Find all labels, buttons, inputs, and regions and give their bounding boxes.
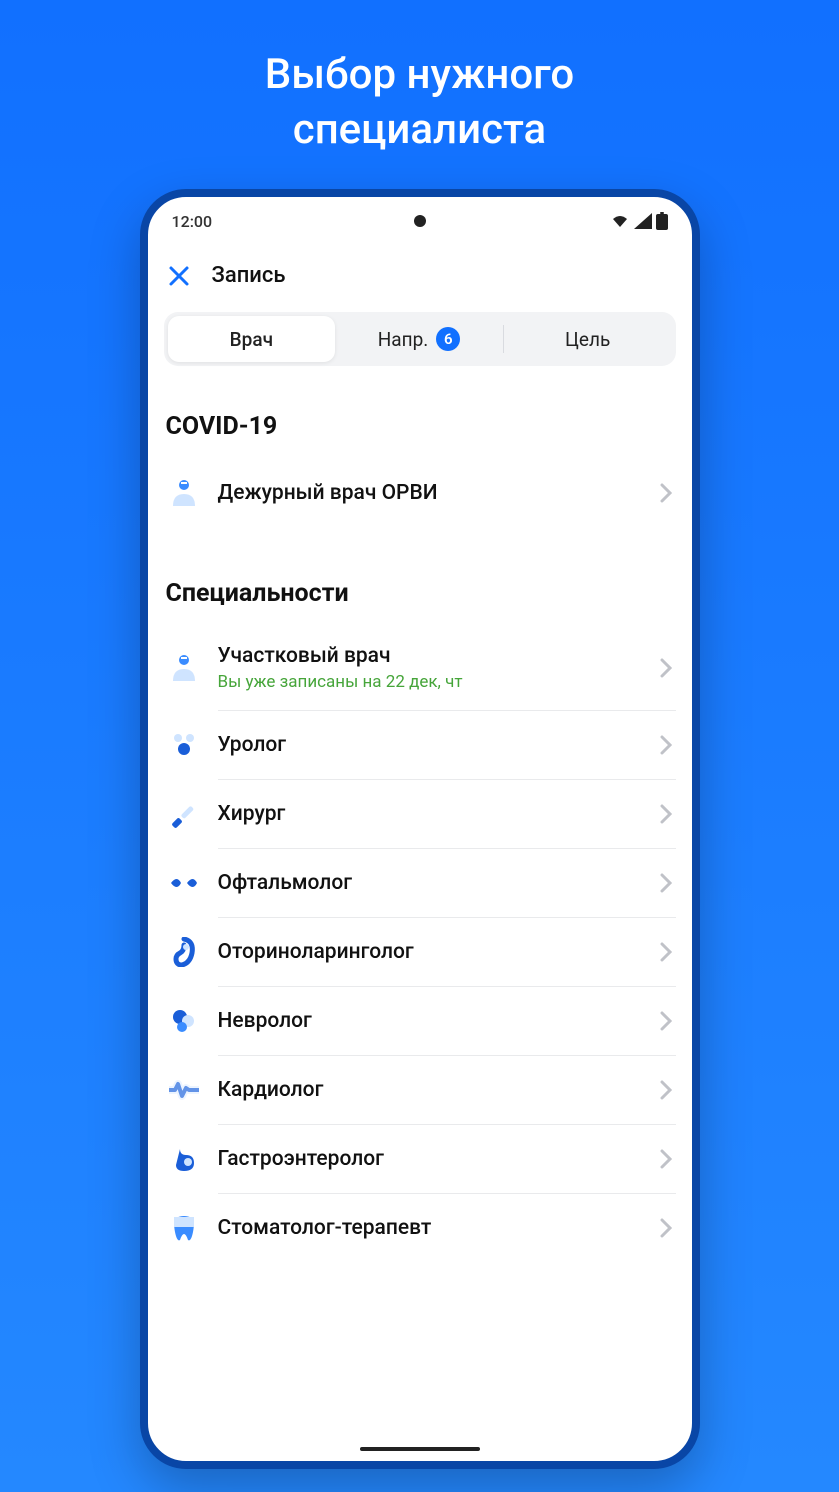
tab-goal-label: Цель [565,328,610,351]
chevron-right-icon [660,1218,672,1238]
list-item-title: Офтальмолог [218,871,642,895]
list-item-subtitle: Вы уже записаны на 22 дек, чт [218,672,642,692]
list-item-title: Гастроэнтеролог [218,1147,642,1171]
list-item-neurologist[interactable]: Невролог [164,987,676,1055]
chevron-right-icon [660,483,672,503]
list-item-dentist[interactable]: Стоматолог-терапевт [164,1194,676,1262]
tab-doctor[interactable]: Врач [168,316,336,362]
tab-referral-label: Напр. [378,328,429,351]
list-item-title: Оториноларинголог [218,940,642,964]
chevron-right-icon [660,1149,672,1169]
cardio-icon [168,1074,200,1106]
chevron-right-icon [660,1080,672,1100]
list-item-title: Участковый врач [218,644,642,668]
list-item-gastroenterologist[interactable]: Гастроэнтеролог [164,1125,676,1193]
promo-title-line2: специалиста [293,105,546,154]
list-item-urologist[interactable]: Уролог [164,711,676,779]
list-item-covid-doctor[interactable]: Дежурный врач ОРВИ [164,459,676,527]
chevron-right-icon [660,658,672,678]
list-item-ent[interactable]: Оториноларинголог [164,918,676,986]
signal-icon [634,213,652,229]
section-covid-title: COVID-19 [164,412,676,441]
battery-icon [656,212,668,230]
scalpel-icon [168,798,200,830]
chevron-right-icon [660,804,672,824]
list-item-title: Невролог [218,1009,642,1033]
phone-frame: 12:00 Запись Врач Напр. 6 Цель COVID-19 [140,189,700,1469]
ear-icon [168,936,200,968]
list-item-title: Уролог [218,733,642,757]
status-icons [610,212,668,230]
doctor-icon [168,477,200,509]
status-bar: 12:00 [148,197,692,245]
promo-title-line1: Выбор нужного [265,50,574,99]
chevron-right-icon [660,942,672,962]
chevron-right-icon [660,735,672,755]
neuro-icon [168,1005,200,1037]
chevron-right-icon [660,873,672,893]
list-item-title: Дежурный врач ОРВИ [218,481,642,505]
close-icon[interactable] [168,265,190,287]
list-item-title: Кардиолог [218,1078,642,1102]
home-indicator[interactable] [360,1447,480,1451]
list-item-district-doctor[interactable]: Участковый врач Вы уже записаны на 22 де… [164,626,676,710]
list-item-cardiologist[interactable]: Кардиолог [164,1056,676,1124]
tabs-container: Врач Напр. 6 Цель [164,312,676,366]
tab-referral-badge: 6 [436,327,460,351]
list-item-title: Стоматолог-терапевт [218,1216,642,1240]
tab-doctor-label: Врач [230,328,273,351]
tooth-icon [168,1212,200,1244]
status-time: 12:00 [172,212,213,231]
camera-dot [414,215,426,227]
promo-title: Выбор нужного специалиста [265,48,574,157]
list-item-title: Хирург [218,802,642,826]
chevron-right-icon [660,1011,672,1031]
section-specialties-title: Специальности [164,579,676,608]
wifi-icon [610,213,630,229]
doctor-icon [168,652,200,684]
urology-icon [168,729,200,761]
tab-goal[interactable]: Цель [504,316,672,362]
eye-icon [168,867,200,899]
app-header: Запись [148,245,692,308]
gastro-icon [168,1143,200,1175]
content-scroll[interactable]: COVID-19 Дежурный врач ОРВИ Специальност… [148,390,692,1456]
tab-referral[interactable]: Напр. 6 [335,316,503,362]
list-item-surgeon[interactable]: Хирург [164,780,676,848]
list-item-ophthalmologist[interactable]: Офтальмолог [164,849,676,917]
page-title: Запись [212,263,286,288]
